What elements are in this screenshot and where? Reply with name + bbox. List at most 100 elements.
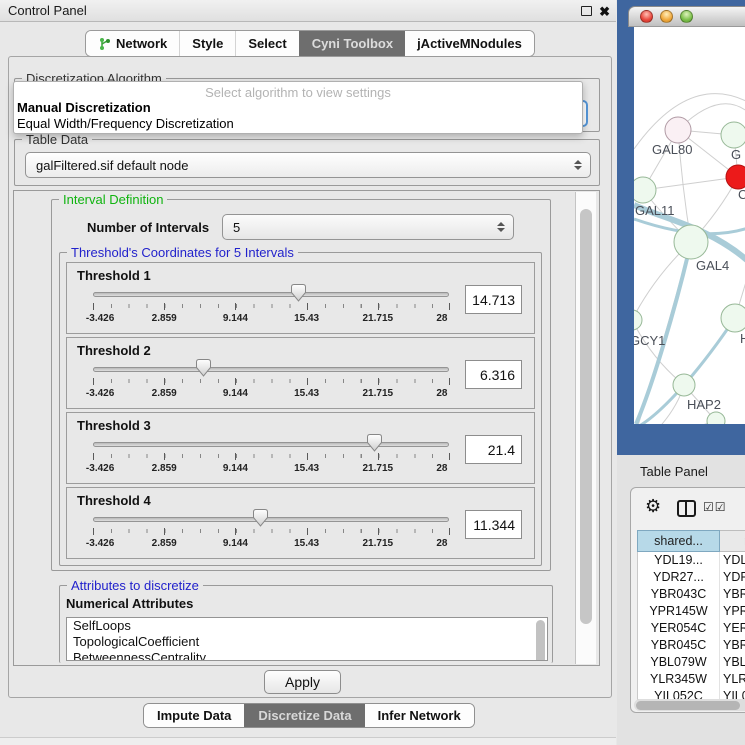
- tick-label: 2.859: [152, 313, 177, 324]
- network-graph: GAL80 G C GAL11 GAL4 GCY1 H HAP2: [634, 27, 745, 424]
- threshold-2-slider[interactable]: -3.426 2.859 9.144 15.43 21.715 28: [93, 338, 449, 410]
- bottom-tab-bar: Impute Data Discretize Data Infer Networ…: [143, 703, 475, 728]
- node-gcy1[interactable]: [634, 310, 642, 330]
- tick-label: 21.715: [363, 388, 394, 399]
- slider-tick: [164, 528, 165, 535]
- tab-network[interactable]: Network: [86, 31, 179, 56]
- table-row[interactable]: YLR345WYLR3: [638, 671, 745, 688]
- table-panel-title: Table Panel: [640, 464, 708, 479]
- node-right-mid[interactable]: [721, 304, 745, 332]
- attributes-group-title: Attributes to discretize: [67, 578, 203, 593]
- panel-vertical-scrollbar[interactable]: [575, 192, 596, 664]
- threshold-1-slider[interactable]: -3.426 2.859 9.144 15.43 21.715 28: [93, 263, 449, 335]
- interval-definition-group-title: Interval Definition: [59, 192, 167, 207]
- tab-impute-data[interactable]: Impute Data: [144, 704, 244, 727]
- network-canvas[interactable]: GAL80 G C GAL11 GAL4 GCY1 H HAP2: [634, 27, 745, 424]
- table-row[interactable]: YER054CYER0: [638, 620, 745, 637]
- threshold-3-slider[interactable]: -3.426 2.859 9.144 15.43 21.715 28: [93, 413, 449, 485]
- slider-tick: [378, 378, 379, 385]
- table-panel: Table Panel ⚙ ☑☑ shared... na YDL19...YD…: [617, 455, 745, 745]
- slider-minor-ticks: [93, 529, 450, 533]
- slider-tick: [93, 303, 94, 310]
- threshold-4-slider[interactable]: -3.426 2.859 9.144 15.43 21.715 28: [93, 488, 449, 560]
- column-header-shared[interactable]: shared...: [637, 530, 720, 552]
- node-top-right[interactable]: [721, 122, 745, 148]
- node-hap2[interactable]: [673, 374, 695, 396]
- slider-minor-ticks: [93, 304, 450, 308]
- node-label: GAL4: [696, 258, 729, 273]
- threshold-1-panel: Threshold 1 -3.426 2.859 9.144 15.43: [66, 262, 535, 334]
- network-icon: [98, 37, 111, 51]
- threshold-2-value-input[interactable]: [465, 360, 522, 389]
- tab-discretize-data[interactable]: Discretize Data: [244, 704, 364, 727]
- table-row[interactable]: YBR043CYBR0: [638, 586, 745, 603]
- slider-tick: [307, 453, 308, 460]
- threshold-3-value-input[interactable]: [465, 435, 522, 464]
- close-window-icon[interactable]: [640, 10, 653, 23]
- threshold-3-panel: Threshold 3 -3.426 2.859 9.144 15.43: [66, 412, 535, 484]
- algorithm-dropdown-popup: Select algorithm to view settings Manual…: [13, 81, 583, 134]
- desktop-background: GAL80 G C GAL11 GAL4 GCY1 H HAP2: [617, 0, 745, 455]
- tick-label: 28: [436, 538, 447, 549]
- scrollbar-thumb[interactable]: [636, 701, 740, 710]
- slider-thumb[interactable]: [196, 359, 211, 377]
- slider-track[interactable]: [93, 367, 449, 372]
- threshold-4-value-input[interactable]: [465, 510, 522, 539]
- number-of-intervals-combobox[interactable]: 5: [222, 214, 514, 240]
- scrollbar-thumb[interactable]: [580, 209, 592, 624]
- dropdown-option-equal-width[interactable]: Equal Width/Frequency Discretization: [14, 116, 582, 132]
- tab-jactivemnodules[interactable]: jActiveMNodules: [405, 31, 534, 56]
- node-gal4[interactable]: [674, 225, 708, 259]
- slider-tick: [164, 378, 165, 385]
- tab-cyni-toolbox[interactable]: Cyni Toolbox: [299, 31, 405, 56]
- footer-strip: [0, 737, 616, 745]
- slider-track[interactable]: [93, 442, 449, 447]
- table-row[interactable]: YBL079WYBL0: [638, 654, 745, 671]
- tab-infer-network[interactable]: Infer Network: [365, 704, 474, 727]
- table-row[interactable]: YDR27...YDR2: [638, 569, 745, 586]
- apply-button[interactable]: Apply: [264, 670, 341, 694]
- close-panel-icon[interactable]: ✖: [599, 5, 610, 18]
- column-header-name[interactable]: na: [720, 530, 745, 552]
- slider-minor-ticks: [93, 379, 450, 383]
- slider-tick: [449, 303, 450, 310]
- table-row[interactable]: YPR145WYPR1: [638, 603, 745, 620]
- threshold-1-value-input[interactable]: [465, 285, 522, 314]
- table-row[interactable]: YBR045CYBR0: [638, 637, 745, 654]
- top-tab-bar: Network Style Select Cyni Toolbox jActiv…: [85, 30, 535, 57]
- node-gal11[interactable]: [634, 177, 656, 203]
- gear-icon[interactable]: ⚙: [645, 496, 661, 517]
- node-gal80[interactable]: [665, 117, 691, 143]
- slider-thumb[interactable]: [367, 434, 382, 452]
- slider-thumb[interactable]: [291, 284, 306, 302]
- table-row[interactable]: YDL19...YDL1: [638, 552, 745, 569]
- list-item-betweennesscentrality[interactable]: BetweennessCentrality: [67, 650, 547, 661]
- table-data-group-title: Table Data: [22, 132, 92, 147]
- slider-track[interactable]: [93, 292, 449, 297]
- list-item-topologicalcoefficient[interactable]: TopologicalCoefficient: [67, 634, 547, 650]
- tab-select[interactable]: Select: [235, 31, 298, 56]
- network-edge: [634, 320, 684, 385]
- list-scrollbar[interactable]: [536, 620, 545, 661]
- dropdown-option-manual[interactable]: Manual Discretization: [14, 100, 582, 116]
- tick-label: 9.144: [223, 313, 248, 324]
- numerical-attributes-list: SelfLoops TopologicalCoefficient Between…: [66, 617, 548, 661]
- interval-definition-group: Interval Definition Number of Intervals …: [51, 199, 551, 571]
- table-horizontal-scrollbar[interactable]: [634, 699, 745, 711]
- select-columns-icon[interactable]: ☑☑: [703, 500, 727, 514]
- slider-track[interactable]: [93, 517, 449, 522]
- tick-label: 15.43: [294, 538, 319, 549]
- list-item-selfloops[interactable]: SelfLoops: [67, 618, 547, 634]
- minimize-window-icon[interactable]: [660, 10, 673, 23]
- network-window-titlebar[interactable]: [628, 6, 745, 27]
- float-window-icon[interactable]: [581, 6, 592, 16]
- slider-thumb[interactable]: [253, 509, 268, 527]
- table-data-combobox[interactable]: galFiltered.sif default node: [25, 152, 591, 178]
- tick-label: 28: [436, 463, 447, 474]
- split-columns-icon[interactable]: [677, 500, 696, 517]
- tick-label: -3.426: [86, 388, 114, 399]
- tick-label: 28: [436, 313, 447, 324]
- zoom-window-icon[interactable]: [680, 10, 693, 23]
- node-selected-red[interactable]: [726, 165, 745, 189]
- tab-style[interactable]: Style: [179, 31, 235, 56]
